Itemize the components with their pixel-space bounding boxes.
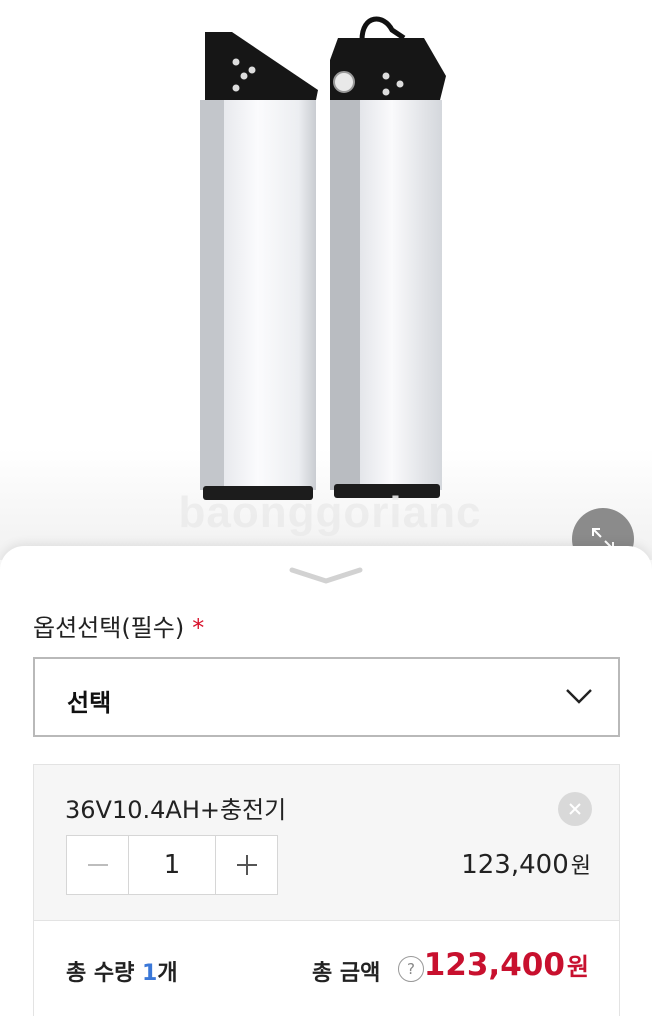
item-name: 36V10.4AH+충전기 xyxy=(65,796,287,824)
total-qty-value: 1 xyxy=(142,961,158,986)
item-price-currency: 원 xyxy=(570,854,591,879)
option-select[interactable]: 선택 xyxy=(33,657,620,737)
product-image-area: baonggorianc xyxy=(0,0,652,560)
total-price-value: 123,400 xyxy=(423,947,565,983)
remove-item-button[interactable] xyxy=(558,792,592,826)
total-amount-label: 총 금액 xyxy=(312,961,381,986)
select-value: 선택 xyxy=(67,689,112,717)
selected-item-card: 36V10.4AH+충전기 1 123,400원 총 수량 1개 총 금액 ? … xyxy=(33,764,620,1016)
quantity-input[interactable]: 1 xyxy=(128,836,216,894)
help-icon[interactable]: ? xyxy=(398,956,424,982)
sheet-handle-icon[interactable] xyxy=(288,564,364,586)
total-qty-suffix: 개 xyxy=(157,961,178,986)
quantity-stepper: 1 xyxy=(66,835,278,895)
option-label: 옵션선택(필수) * xyxy=(33,608,204,643)
total-price: 123,400원 xyxy=(424,947,589,983)
minus-icon xyxy=(87,864,108,866)
quantity-decrease-button[interactable] xyxy=(67,836,128,894)
total-qty-prefix: 총 수량 xyxy=(66,961,143,986)
chevron-down-icon xyxy=(566,689,592,704)
item-price: 123,400원 xyxy=(461,848,591,880)
close-icon xyxy=(569,803,581,815)
total-quantity: 총 수량 1개 xyxy=(66,955,178,987)
totals-bar: 총 수량 1개 총 금액 ? 123,400원 xyxy=(34,921,619,1016)
quantity-increase-button[interactable] xyxy=(216,836,277,894)
watermark-text: baonggorianc xyxy=(178,488,482,537)
item-price-value: 123,400 xyxy=(461,850,569,880)
plus-icon xyxy=(236,855,257,875)
option-label-text: 옵션선택(필수) xyxy=(33,614,185,642)
total-price-currency: 원 xyxy=(566,953,589,981)
required-mark: * xyxy=(192,614,205,642)
product-option-page: baonggorianc 옵션선택(필수)* 선택 36V10.4AH+충전기 xyxy=(0,0,652,1024)
product-image xyxy=(200,16,446,500)
option-bottom-sheet: 옵션선택(필수) * 선택 36V10.4AH+충전기 1 123,400원 총… xyxy=(0,546,652,1024)
